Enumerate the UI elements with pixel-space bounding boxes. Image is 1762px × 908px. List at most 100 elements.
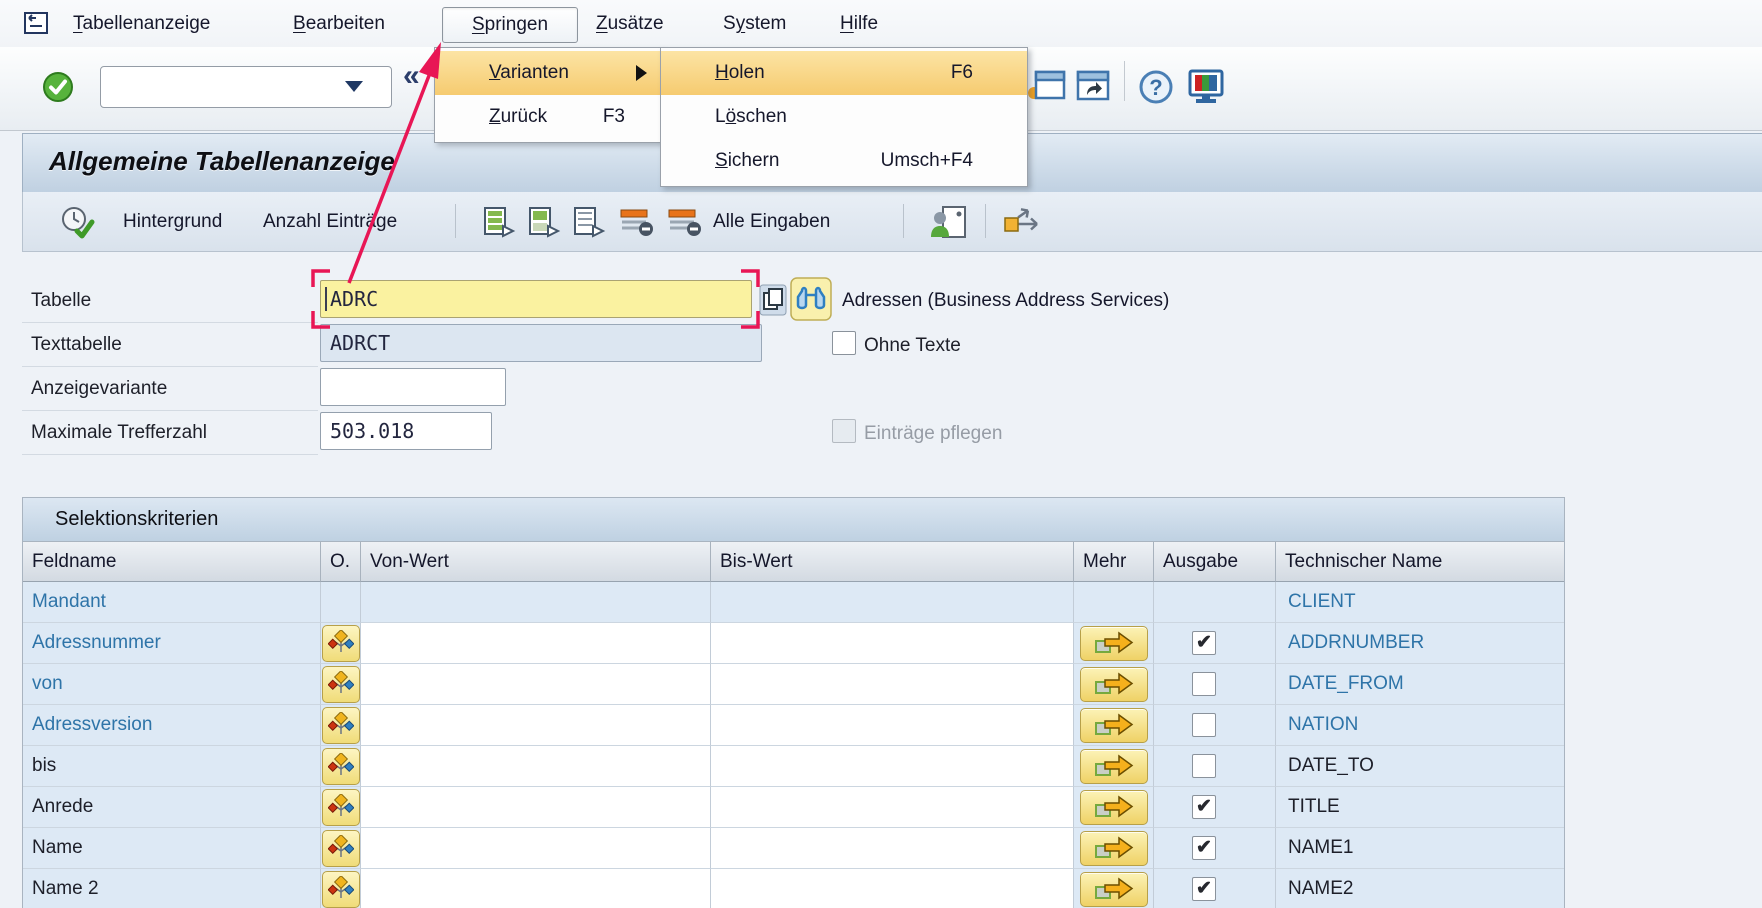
von-wert-input[interactable] <box>361 623 711 664</box>
bis-wert-input[interactable] <box>711 828 1074 869</box>
table-row: Name ✔ NAME1 <box>23 828 1564 869</box>
menu-hilfe[interactable]: Hilfe <box>834 7 884 41</box>
table-row: Name 2✔NAME2 <box>23 869 1564 908</box>
selection-options-button[interactable] <box>322 830 360 867</box>
local-layout-icon[interactable] <box>1186 69 1226 110</box>
von-wert-input[interactable] <box>361 664 711 705</box>
choose-fields-icon[interactable] <box>483 206 517 243</box>
menu-item-varianten[interactable]: Varianten <box>435 51 661 95</box>
menu-system[interactable]: System <box>717 7 792 41</box>
bis-wert-input[interactable] <box>711 869 1074 908</box>
user-settings-icon[interactable] <box>929 205 969 244</box>
enter-button[interactable] <box>42 71 74 108</box>
field-name: Name <box>23 828 83 868</box>
ausgabe-checkbox[interactable]: ✔ <box>1192 795 1216 819</box>
col-von-wert: Von-Wert <box>361 542 711 582</box>
system-menu-icon[interactable] <box>22 10 50 41</box>
create-shortcut-icon[interactable] <box>1074 69 1112 108</box>
von-wert-input[interactable] <box>361 787 711 828</box>
sap-window: Tabellenanzeige Bearbeiten Springen Zusä… <box>0 0 1762 908</box>
menu-item-zurueck[interactable]: Zurück F3 <box>435 95 661 139</box>
bis-wert-input[interactable] <box>711 787 1074 828</box>
selection-options-button[interactable] <box>322 625 360 662</box>
menu-springen[interactable]: Springen <box>442 7 578 43</box>
new-session-icon[interactable] <box>1028 69 1066 108</box>
selection-options-button[interactable] <box>322 871 360 908</box>
field-name: Adressversion <box>23 705 152 745</box>
selection-options-button[interactable] <box>322 789 360 826</box>
ohne-texte-checkbox[interactable] <box>832 331 856 355</box>
bis-wert-input[interactable] <box>711 746 1074 787</box>
mehr-button[interactable] <box>1080 872 1148 907</box>
tabelle-input[interactable]: ADRC <box>320 280 752 318</box>
field-name: Name 2 <box>23 869 99 908</box>
bis-wert-input[interactable] <box>711 705 1074 746</box>
anzeigevariante-input[interactable] <box>320 368 506 406</box>
mehr-button[interactable] <box>1080 626 1148 661</box>
selection-options-button[interactable] <box>322 748 360 785</box>
table-row: bisDATE_TO <box>23 746 1564 787</box>
submenu-arrow-icon <box>636 65 647 81</box>
ausgabe-checkbox[interactable] <box>1192 672 1216 696</box>
execute-background-icon[interactable] <box>59 205 95 244</box>
anzahl-eintraege-button[interactable]: Anzahl Einträge <box>263 207 397 237</box>
table-row: AdressversionNATION <box>23 705 1564 746</box>
distribute-icon[interactable] <box>1003 206 1043 243</box>
collapse-toolbar-icon[interactable]: « <box>403 59 420 93</box>
delete-row-icon[interactable] <box>619 206 655 243</box>
technical-name: NAME1 <box>1276 828 1353 868</box>
mehr-button[interactable] <box>1080 667 1148 702</box>
col-mehr: Mehr <box>1074 542 1154 582</box>
von-wert-input[interactable] <box>361 705 711 746</box>
max-trefferzahl-input[interactable]: 503.018 <box>320 412 492 450</box>
springen-dropdown-menu: Varianten Zurück F3 <box>434 47 662 143</box>
table-row: MandantCLIENT <box>23 582 1564 623</box>
field-name: von <box>23 664 63 704</box>
menu-item-sichern[interactable]: Sichern Umsch+F4 <box>661 139 1027 183</box>
menu-tabellenanzeige[interactable]: Tabellenanzeige <box>67 7 216 41</box>
ausgabe-checkbox[interactable] <box>1192 754 1216 778</box>
ausgabe-checkbox[interactable]: ✔ <box>1192 877 1216 901</box>
col-feldname: Feldname <box>23 542 321 582</box>
texttabelle-input: ADRCT <box>320 324 762 362</box>
mehr-button[interactable] <box>1080 831 1148 866</box>
choose-selection-icon[interactable] <box>528 206 562 243</box>
ausgabe-checkbox[interactable]: ✔ <box>1192 836 1216 860</box>
von-wert-input[interactable] <box>361 746 711 787</box>
menu-bearbeiten[interactable]: Bearbeiten <box>287 7 391 41</box>
mehr-button[interactable] <box>1080 790 1148 825</box>
col-ausgabe: Ausgabe <box>1154 542 1276 582</box>
command-field[interactable] <box>100 66 392 108</box>
mehr-button[interactable] <box>1080 708 1148 743</box>
technical-name: TITLE <box>1276 787 1340 827</box>
menu-bar: Tabellenanzeige Bearbeiten Springen Zusä… <box>0 0 1762 48</box>
col-o: O. <box>321 542 361 582</box>
ausgabe-checkbox[interactable] <box>1192 713 1216 737</box>
col-bis-wert: Bis-Wert <box>711 542 1074 582</box>
selection-options-button[interactable] <box>322 666 360 703</box>
field-name: Mandant <box>23 582 106 622</box>
help-icon[interactable]: ? <box>1138 69 1174 110</box>
apptoolbar-separator <box>903 204 904 238</box>
ausgabe-checkbox[interactable]: ✔ <box>1192 631 1216 655</box>
copy-icon[interactable] <box>758 283 788 322</box>
search-binoculars-icon[interactable] <box>790 277 832 326</box>
menu-item-holen[interactable]: Holen F6 <box>661 51 1027 95</box>
hintergrund-button[interactable]: Hintergrund <box>123 207 222 237</box>
command-dropdown-icon[interactable] <box>345 81 363 92</box>
menu-item-loeschen[interactable]: Löschen <box>661 95 1027 139</box>
choose-output-icon[interactable] <box>573 206 607 243</box>
bis-wert-input[interactable] <box>711 623 1074 664</box>
selection-options-button[interactable] <box>322 707 360 744</box>
mehr-button[interactable] <box>1080 749 1148 784</box>
von-wert-input[interactable] <box>361 869 711 908</box>
varianten-submenu: Holen F6 Löschen Sichern Umsch+F4 <box>660 47 1028 187</box>
menu-zusaetze[interactable]: Zusätze <box>590 7 670 41</box>
von-wert-input[interactable] <box>361 828 711 869</box>
alle-eingaben-button[interactable]: Alle Eingaben <box>713 207 830 237</box>
tabelle-label: Tabelle <box>31 288 91 314</box>
bis-wert-input[interactable] <box>711 664 1074 705</box>
alle-eingaben-icon[interactable] <box>667 206 703 243</box>
page-title: Allgemeine Tabellenanzeige <box>49 146 395 177</box>
ohne-texte-label: Ohne Texte <box>864 333 961 359</box>
